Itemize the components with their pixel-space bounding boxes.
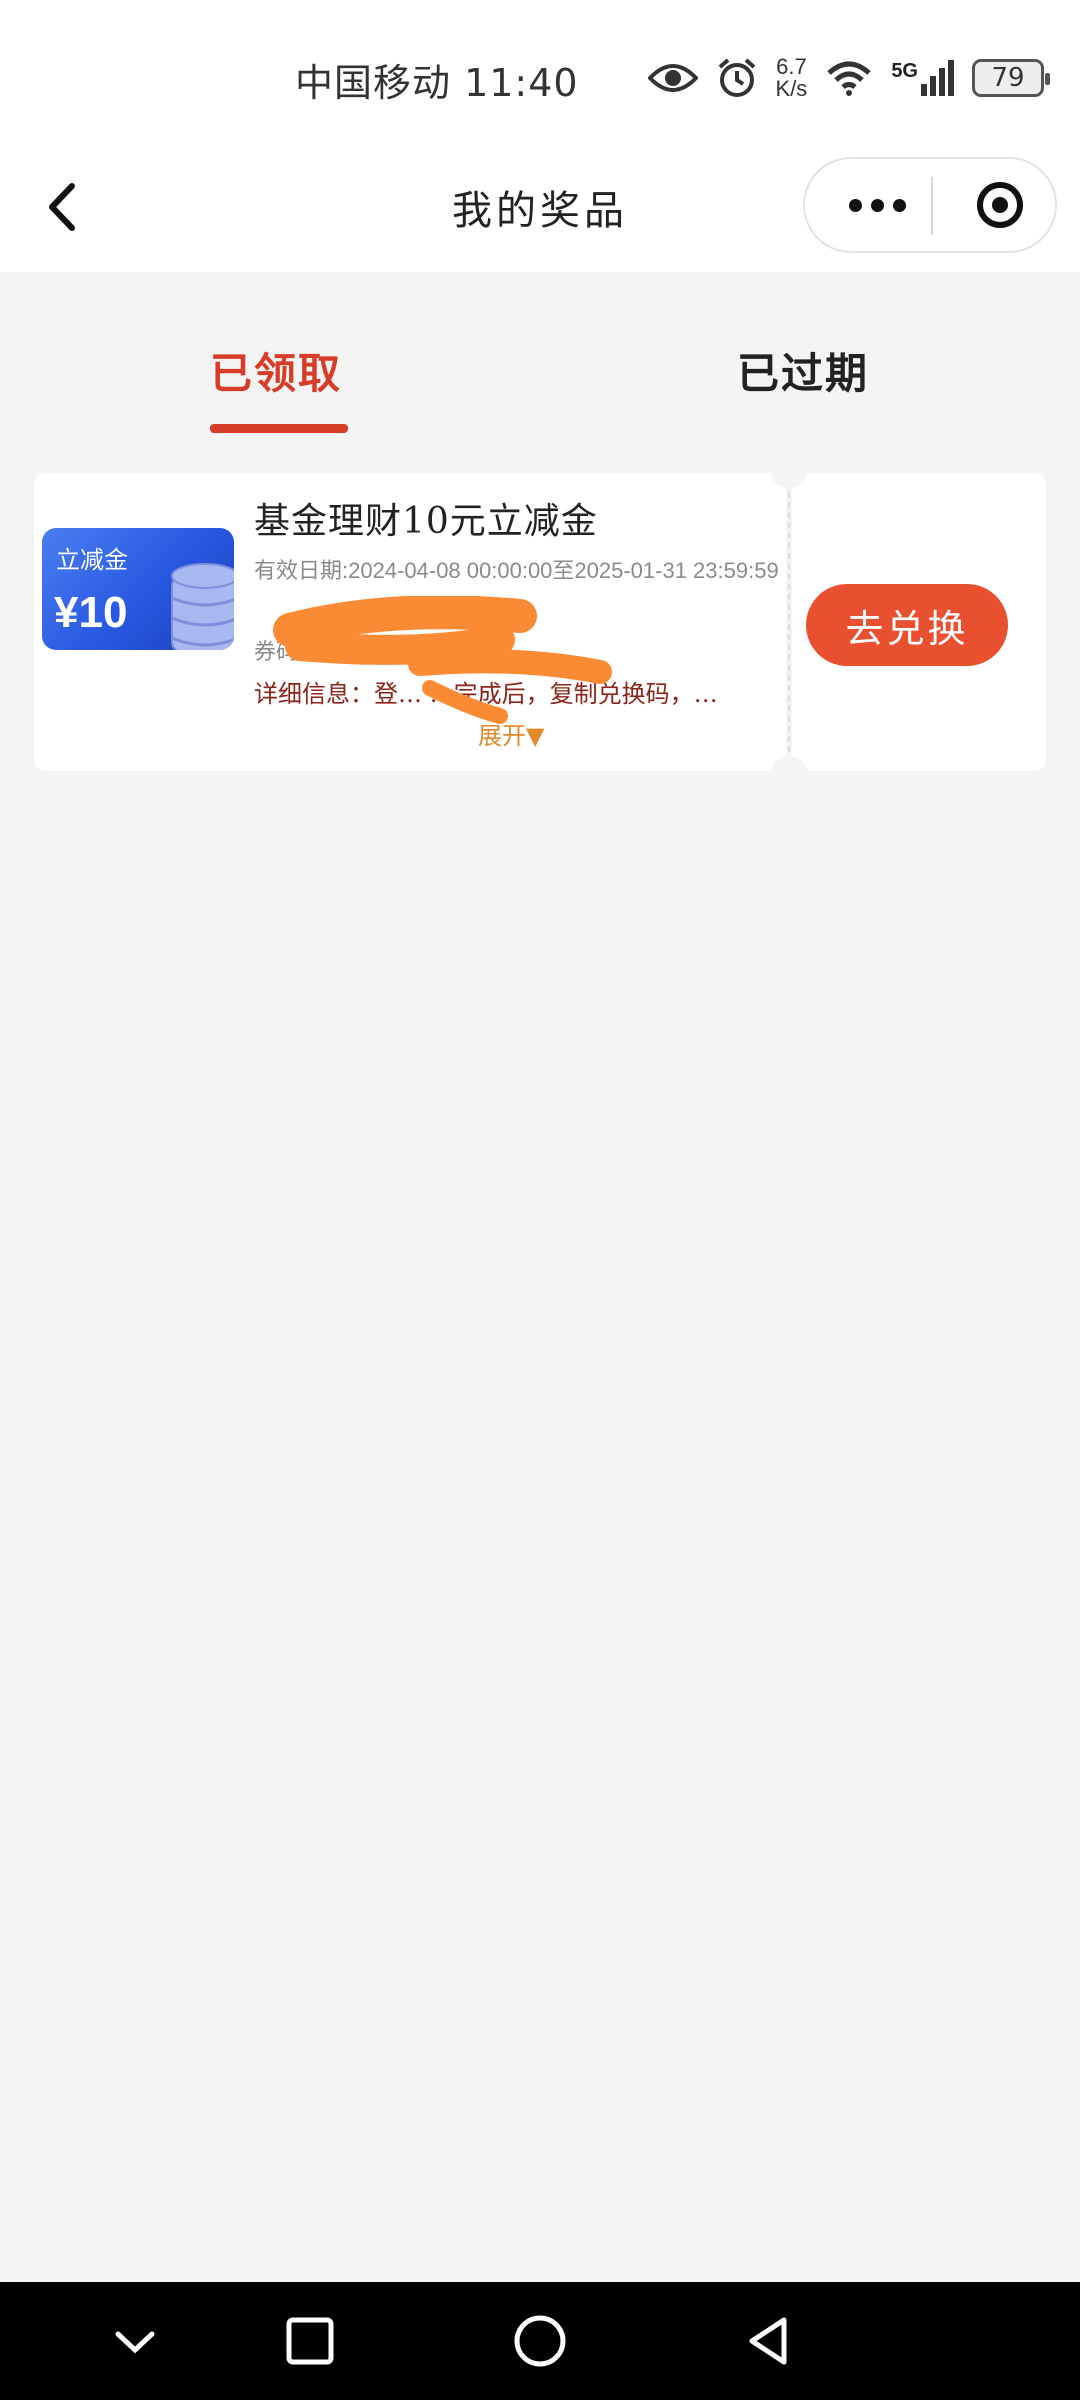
eye-icon bbox=[647, 64, 698, 92]
validity-label: 有效日期: bbox=[254, 558, 349, 583]
capsule-divider bbox=[931, 177, 933, 235]
status-icons: 6.7 K/s 5G 79 bbox=[647, 50, 1050, 106]
net-speed-unit: K/s bbox=[775, 76, 808, 101]
network-type: 5G bbox=[891, 60, 918, 82]
signal-icon: 5G bbox=[891, 60, 954, 96]
coupon-thumbnail: 立减金 ¥10 bbox=[42, 528, 234, 650]
triangle-back-icon[interactable] bbox=[734, 2306, 804, 2376]
coupon-badge-label: 立减金 bbox=[56, 546, 128, 574]
tab-expired[interactable]: 已过期 bbox=[737, 340, 869, 401]
coupon-badge-amount: ¥10 bbox=[54, 588, 128, 637]
wifi-icon bbox=[827, 61, 871, 96]
alarm-icon bbox=[718, 58, 755, 97]
target-close-icon[interactable] bbox=[950, 159, 1050, 251]
validity-range: 2024-04-08 00:00:00至2025-01-31 23:59:59 bbox=[348, 558, 779, 583]
redaction-scribble bbox=[273, 596, 612, 724]
redeem-button[interactable]: 去兑换 bbox=[806, 584, 1008, 666]
coin-stack-icon bbox=[171, 563, 234, 650]
system-nav-bar bbox=[0, 2282, 1080, 2400]
ticket-notch-bottom bbox=[770, 756, 808, 786]
net-speed-value: 6.7 bbox=[776, 54, 807, 79]
chevron-down-icon[interactable] bbox=[100, 2306, 170, 2376]
more-dots-icon[interactable] bbox=[827, 159, 927, 251]
nav-bar: 我的奖品 bbox=[0, 150, 1080, 272]
mini-program-capsule bbox=[803, 157, 1057, 253]
battery-icon: 79 bbox=[972, 59, 1050, 97]
ticket-perforation bbox=[788, 492, 790, 752]
circle-home-icon[interactable] bbox=[505, 2306, 575, 2376]
square-recents-icon[interactable] bbox=[275, 2306, 345, 2376]
prize-title: 基金理财10元立减金 bbox=[254, 501, 598, 542]
net-speed: 6.7 K/s bbox=[776, 56, 808, 100]
battery-level: 79 bbox=[991, 63, 1025, 93]
active-tab-indicator bbox=[210, 424, 348, 433]
validity-period: 有效日期:2024-04-08 00:00:00至2025-01-31 23:5… bbox=[254, 556, 780, 587]
carrier-time: 中国移动 11:40 bbox=[295, 61, 579, 105]
status-bar: 中国移动 11:40 6.7 K/s 5G 79 bbox=[0, 0, 1080, 150]
tab-claimed[interactable]: 已领取 bbox=[210, 340, 342, 401]
